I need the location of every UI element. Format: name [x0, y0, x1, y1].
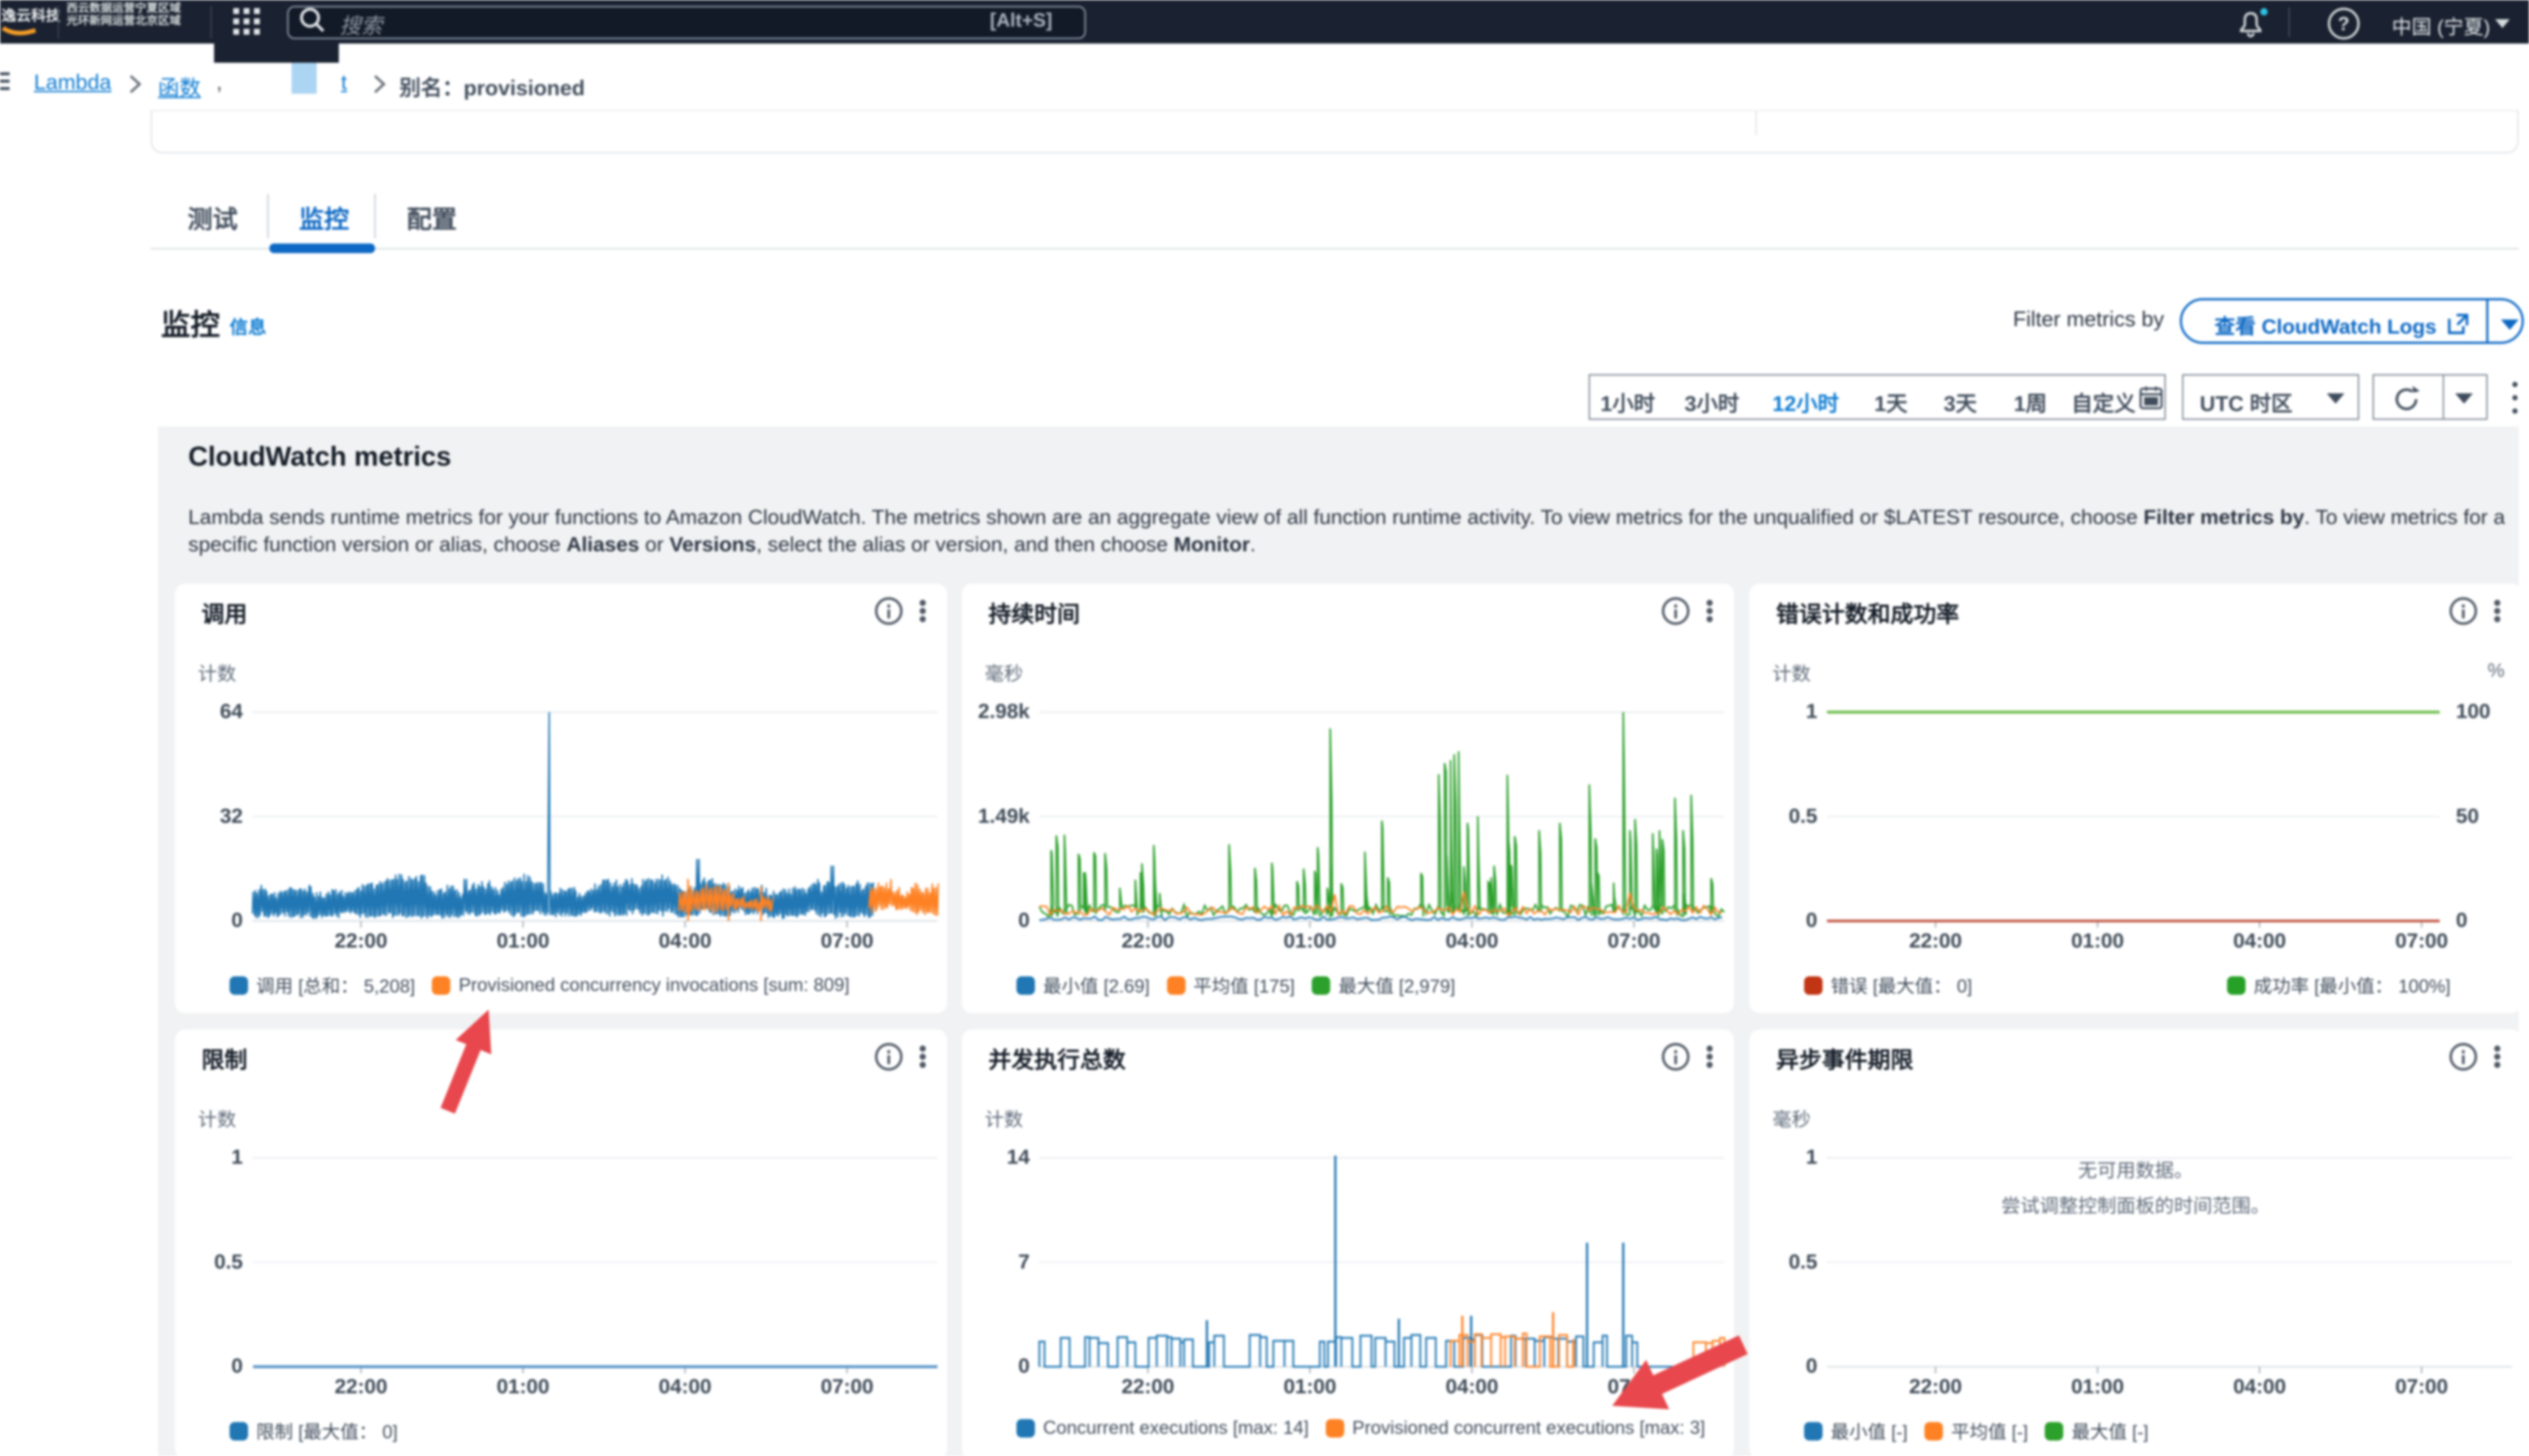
svg-text:逸云科技: 逸云科技: [1, 7, 61, 24]
svg-text:?: ?: [2338, 13, 2350, 35]
